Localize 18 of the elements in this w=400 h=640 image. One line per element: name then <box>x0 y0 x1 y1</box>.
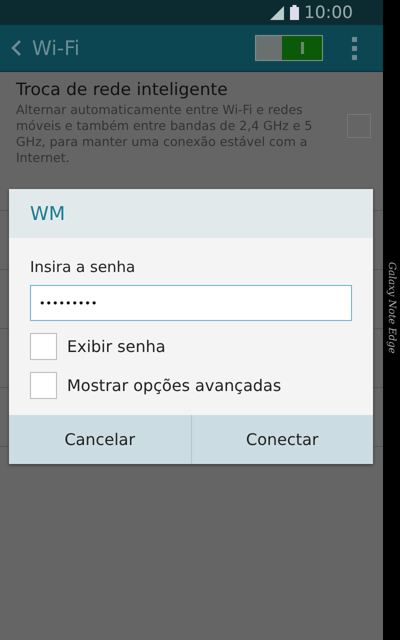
password-field[interactable]: ••••••••• <box>30 285 352 321</box>
signal-icon <box>270 6 285 20</box>
wifi-toggle[interactable] <box>255 35 323 61</box>
field-label: Insira a senha <box>30 258 136 276</box>
status-time: 10:00 <box>304 2 353 22</box>
screen-title: Wi-Fi <box>32 36 81 60</box>
battery-icon <box>290 5 299 20</box>
setting-title: Troca de rede inteligente <box>16 80 229 100</box>
checkbox[interactable] <box>30 372 57 399</box>
edge-label: Galaxy Note Edge <box>386 262 397 354</box>
back-icon[interactable] <box>10 39 22 57</box>
checkbox-option[interactable]: Mostrar opções avançadas <box>30 372 282 399</box>
dialog-title: WM <box>9 189 373 238</box>
overflow-menu-icon[interactable] <box>351 35 359 61</box>
option-label: Exibir senha <box>67 337 166 356</box>
option-label: Mostrar opções avançadas <box>67 376 282 395</box>
checkbox[interactable] <box>30 333 57 360</box>
checkbox-option[interactable]: Exibir senha <box>30 333 166 360</box>
